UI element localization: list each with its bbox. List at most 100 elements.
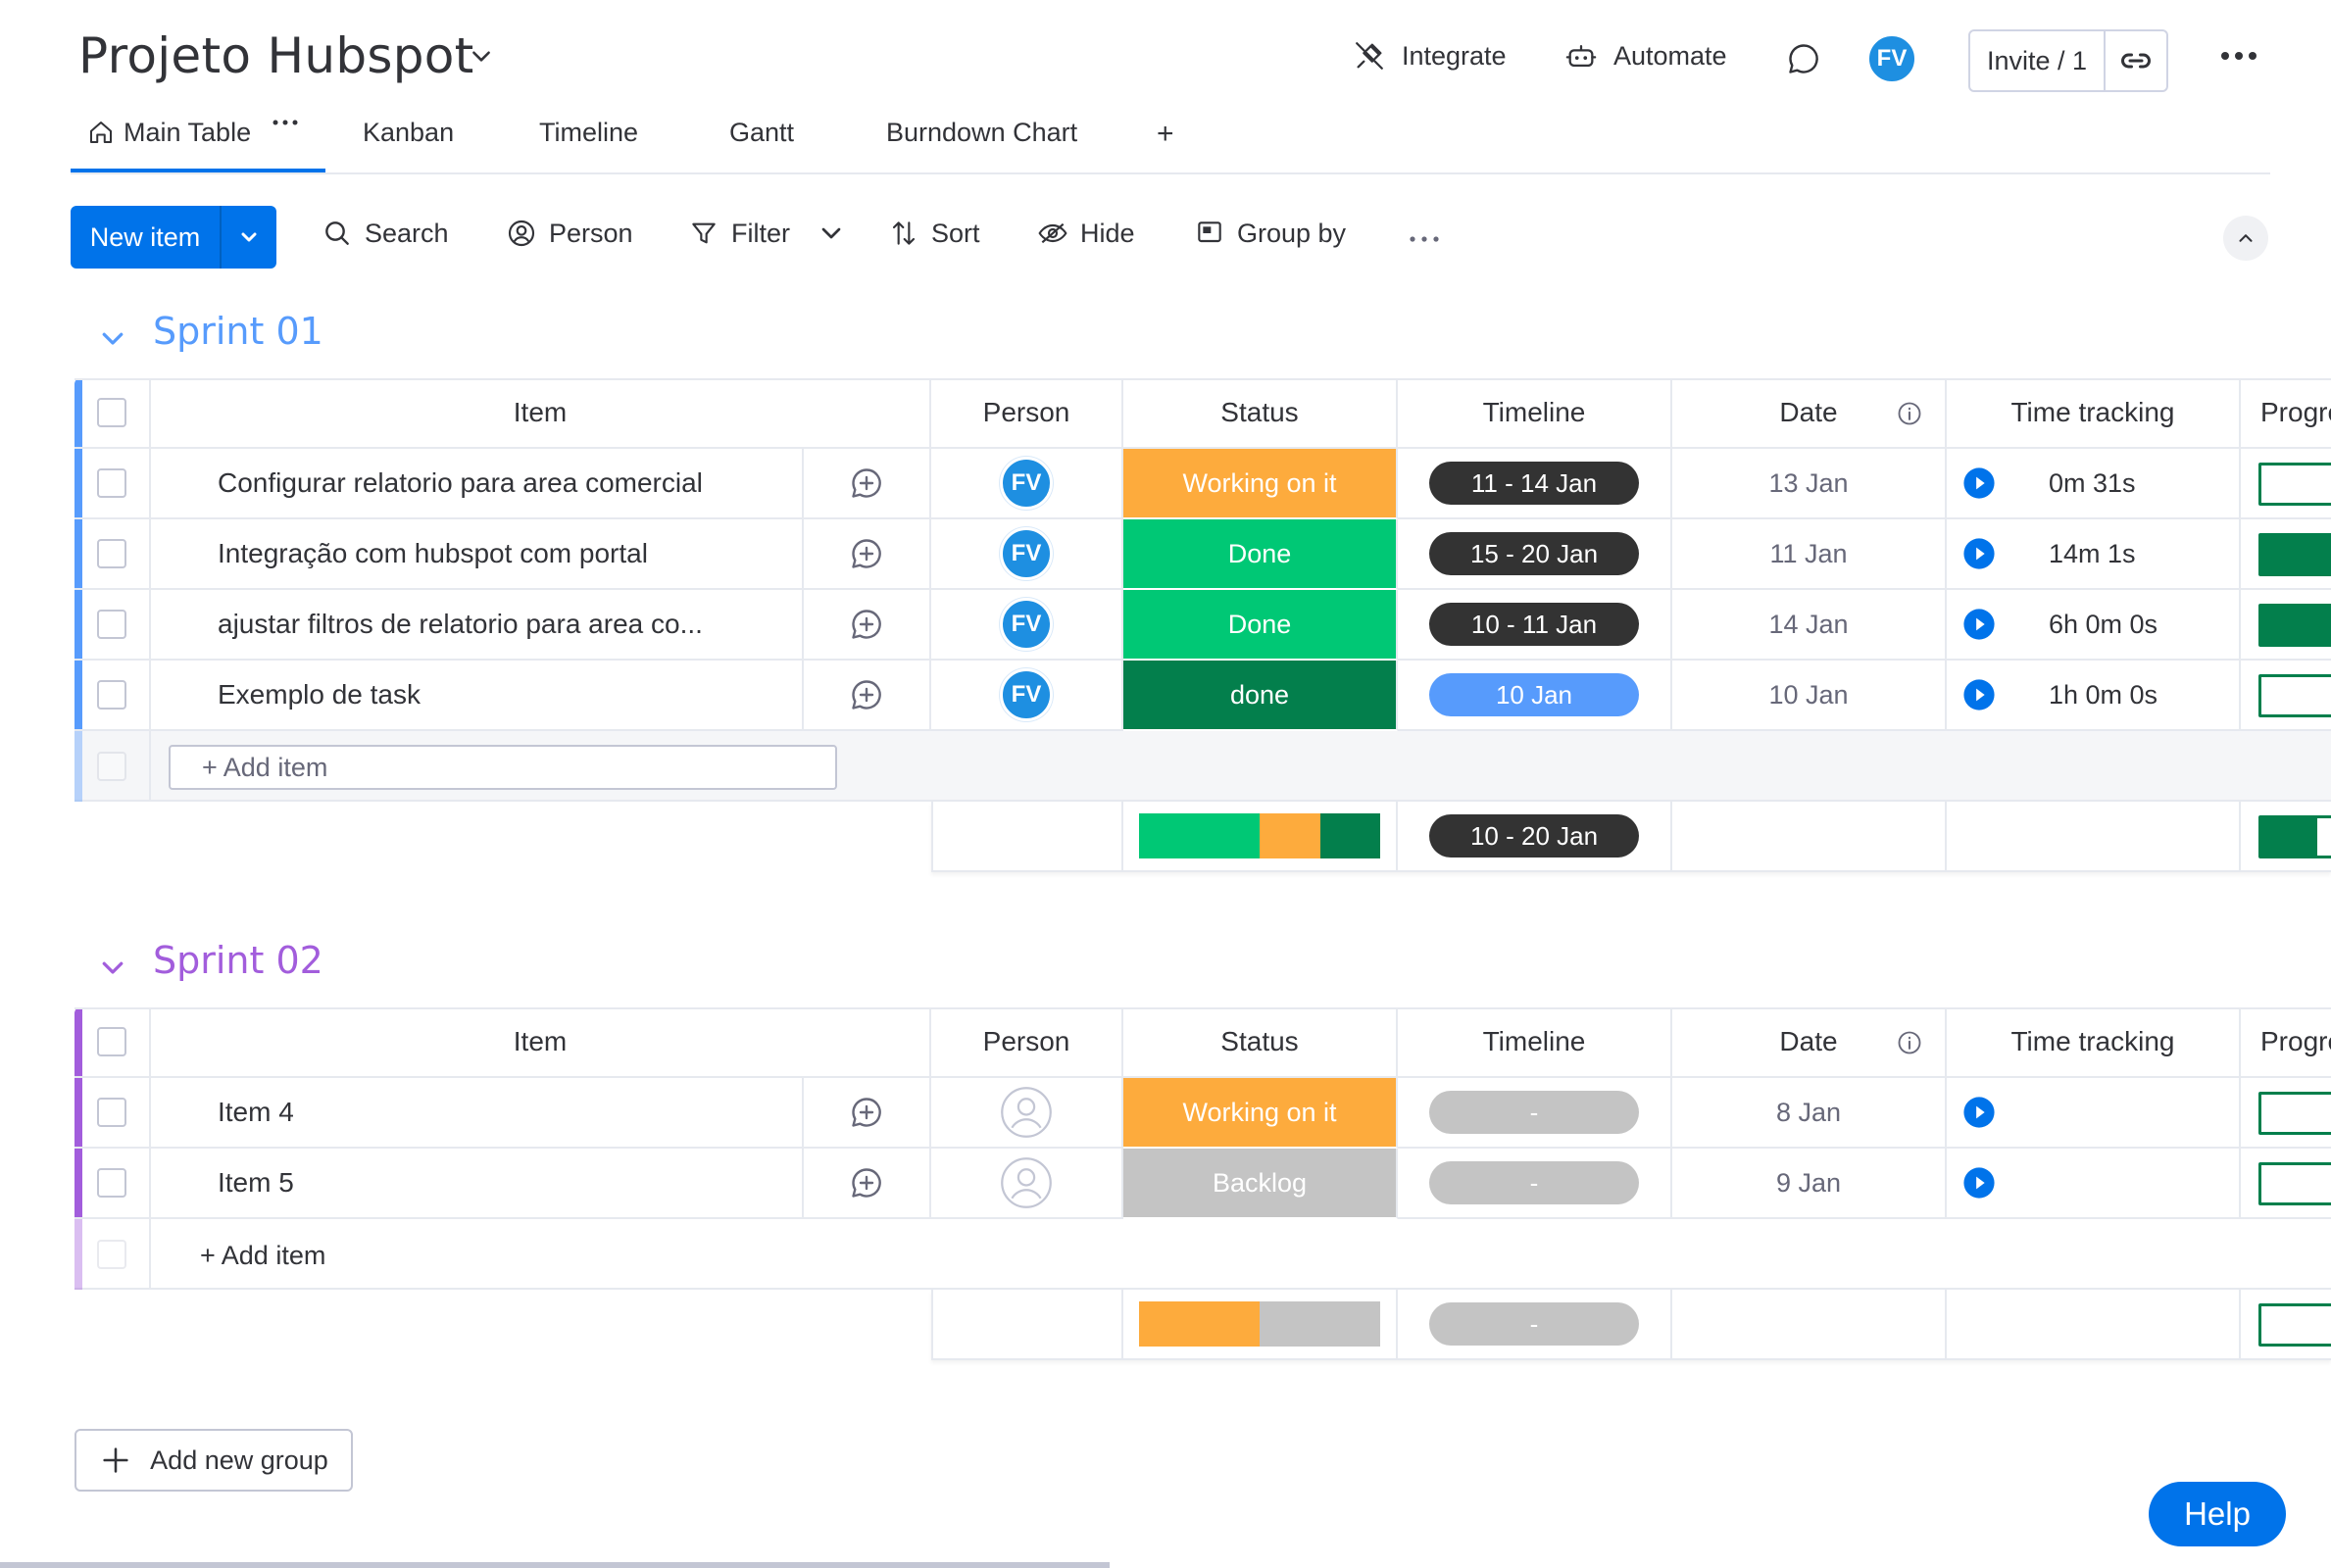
sort-button[interactable]: Sort	[888, 218, 980, 249]
header-checkbox-cell[interactable]	[74, 378, 151, 449]
avatar[interactable]: FV	[1000, 527, 1053, 580]
add-update-icon[interactable]	[849, 1095, 884, 1130]
tab-kanban[interactable]: Kanban	[363, 116, 454, 172]
header-checkbox-cell[interactable]	[74, 1007, 151, 1078]
integrate-button[interactable]: Integrate	[1353, 39, 1507, 73]
timeline-pill[interactable]: 10 - 11 Jan	[1429, 603, 1639, 646]
add-update-icon[interactable]	[849, 607, 884, 642]
time-tracking-cell[interactable]: 6h 0m 0s	[1947, 590, 2241, 661]
updates-cell[interactable]	[804, 590, 931, 661]
timeline-cell[interactable]: -	[1398, 1149, 1672, 1219]
summary-time-tracking-cell[interactable]	[1947, 1290, 2241, 1360]
status-cell[interactable]: Working on it	[1123, 1078, 1398, 1149]
time-tracking-cell[interactable]: 14m 1s	[1947, 519, 2241, 590]
add-item-row[interactable]: + Add item	[74, 1219, 2331, 1290]
chevron-down-icon[interactable]	[469, 43, 494, 69]
add-update-icon[interactable]	[849, 536, 884, 571]
person-cell[interactable]: FV	[931, 449, 1123, 519]
horizontal-scrollbar[interactable]	[0, 1562, 1110, 1568]
column-header-date[interactable]: Date	[1672, 1007, 1947, 1078]
timeline-pill[interactable]: 10 Jan	[1429, 673, 1639, 716]
timeline-cell[interactable]: 10 Jan	[1398, 661, 1672, 731]
date-cell[interactable]: 9 Jan	[1672, 1149, 1947, 1219]
column-header-progress[interactable]: Progress tr	[2241, 1007, 2331, 1078]
column-header-time-tracking[interactable]: Time tracking	[1947, 378, 2241, 449]
item-name[interactable]: ajustar filtros de relatorio para area c…	[218, 609, 703, 640]
group-title[interactable]: Sprint 02	[153, 939, 323, 982]
play-icon[interactable]	[1962, 1096, 1996, 1129]
table-row[interactable]: Exemplo de task FV done 10 Jan 10 Jan 1h 0m 0…	[74, 661, 2331, 731]
time-tracking-cell[interactable]: 0m 31s	[1947, 449, 2241, 519]
group-by-button[interactable]: Group by	[1194, 218, 1346, 249]
updates-cell[interactable]	[804, 449, 931, 519]
summary-person-cell[interactable]	[931, 1290, 1123, 1360]
item-name-cell[interactable]: Exemplo de task	[151, 661, 804, 731]
play-icon[interactable]	[1962, 1166, 1996, 1200]
column-header-status[interactable]: Status	[1123, 378, 1398, 449]
progress-cell[interactable]	[2241, 590, 2331, 661]
row-checkbox[interactable]	[97, 610, 126, 639]
row-checkbox[interactable]	[97, 539, 126, 568]
progress-cell[interactable]	[2241, 519, 2331, 590]
item-name-cell[interactable]: Configurar relatorio para area comercial	[151, 449, 804, 519]
table-row[interactable]: Item 4 Working on it - 8 Jan	[74, 1078, 2331, 1149]
summary-status-cell[interactable]	[1123, 802, 1398, 872]
play-icon[interactable]	[1962, 537, 1996, 570]
status-summary-bar[interactable]	[1139, 813, 1380, 858]
updates-cell[interactable]	[804, 1149, 931, 1219]
tab-gantt[interactable]: Gantt	[729, 116, 794, 172]
summary-time-tracking-cell[interactable]	[1947, 802, 2241, 872]
updates-cell[interactable]	[804, 519, 931, 590]
summary-timeline-cell[interactable]: 10 - 20 Jan	[1398, 802, 1672, 872]
empty-person-icon[interactable]	[1000, 1156, 1053, 1209]
item-name[interactable]: Configurar relatorio para area comercial	[218, 467, 703, 499]
tab-timeline[interactable]: Timeline	[539, 116, 638, 172]
summary-status-cell[interactable]	[1123, 1290, 1398, 1360]
progress-cell[interactable]	[2241, 449, 2331, 519]
status-summary-bar[interactable]	[1139, 1301, 1380, 1347]
progress-cell[interactable]	[2241, 661, 2331, 731]
row-checkbox[interactable]	[97, 1240, 126, 1269]
new-item-dropdown[interactable]	[222, 206, 276, 269]
column-header-status[interactable]: Status	[1123, 1007, 1398, 1078]
toolbar-more-button[interactable]	[1408, 231, 1441, 249]
row-checkbox[interactable]	[97, 752, 126, 781]
row-checkbox[interactable]	[97, 398, 126, 427]
add-item-input[interactable]: + Add item	[169, 745, 837, 790]
column-header-item[interactable]: Item	[151, 378, 931, 449]
timeline-cell[interactable]: -	[1398, 1078, 1672, 1149]
time-tracking-cell[interactable]	[1947, 1149, 2241, 1219]
progress-cell[interactable]	[2241, 1149, 2331, 1219]
updates-button[interactable]	[1786, 41, 1821, 81]
new-item-button[interactable]: New item	[71, 206, 276, 269]
search-button[interactable]: Search	[322, 218, 449, 249]
row-checkbox-cell[interactable]	[74, 1149, 151, 1219]
timeline-cell[interactable]: 10 - 11 Jan	[1398, 590, 1672, 661]
add-item-row[interactable]: + Add item	[74, 731, 2331, 802]
timeline-pill[interactable]: 11 - 14 Jan	[1429, 462, 1639, 505]
timeline-summary-pill[interactable]: -	[1429, 1302, 1639, 1346]
time-tracking-cell[interactable]: 1h 0m 0s	[1947, 661, 2241, 731]
status-cell[interactable]: done	[1123, 661, 1398, 731]
status-cell[interactable]: Backlog	[1123, 1149, 1398, 1219]
table-row[interactable]: Item 5 Backlog - 9 Jan	[74, 1149, 2331, 1219]
updates-cell[interactable]	[804, 1078, 931, 1149]
item-name-cell[interactable]: Item 5	[151, 1149, 804, 1219]
row-checkbox[interactable]	[97, 1168, 126, 1198]
column-header-date[interactable]: Date	[1672, 378, 1947, 449]
column-header-time-tracking[interactable]: Time tracking	[1947, 1007, 2241, 1078]
avatar[interactable]: FV	[1000, 457, 1053, 510]
tab-main-table[interactable]: Main Table	[86, 116, 300, 172]
status-cell[interactable]: Done	[1123, 590, 1398, 661]
summary-progress-cell[interactable]	[2241, 1290, 2331, 1360]
updates-cell[interactable]	[804, 661, 931, 731]
timeline-summary-pill[interactable]: 10 - 20 Jan	[1429, 814, 1639, 858]
item-name-cell[interactable]: Integração com hubspot com portal	[151, 519, 804, 590]
table-row[interactable]: ajustar filtros de relatorio para area c…	[74, 590, 2331, 661]
column-header-person[interactable]: Person	[931, 1007, 1123, 1078]
timeline-pill[interactable]: -	[1429, 1091, 1639, 1134]
play-icon[interactable]	[1962, 466, 1996, 500]
hide-button[interactable]: Hide	[1037, 218, 1135, 249]
column-header-timeline[interactable]: Timeline	[1398, 1007, 1672, 1078]
row-checkbox-cell[interactable]	[74, 590, 151, 661]
